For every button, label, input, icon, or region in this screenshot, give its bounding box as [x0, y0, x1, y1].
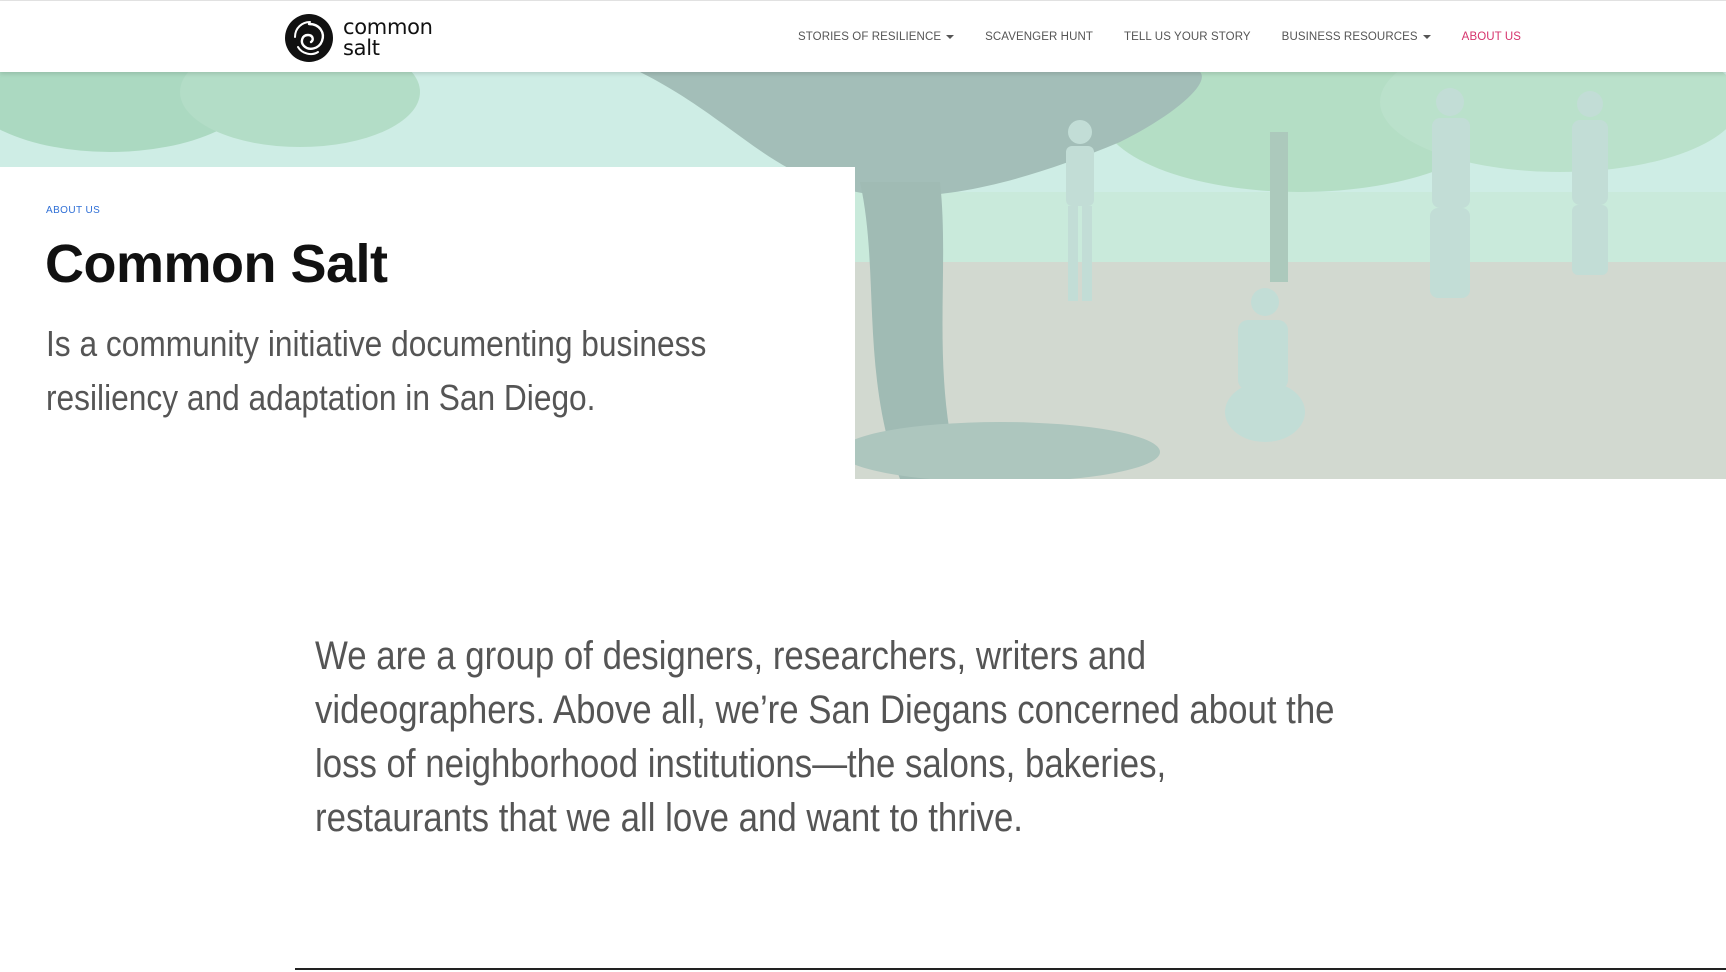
brand-name: common salt — [343, 17, 433, 59]
nav-label: ABOUT US — [1461, 30, 1522, 43]
nav-label: BUSINESS RESOURCES — [1281, 30, 1418, 43]
nav-label: TELL US YOUR STORY — [1124, 30, 1251, 43]
mission-statement: We are a group of designers, researchers… — [315, 634, 1335, 840]
nav-about-us[interactable]: ABOUT US — [1462, 31, 1521, 43]
caret-down-icon — [946, 34, 955, 39]
nav-label: SCAVENGER HUNT — [985, 30, 1094, 43]
site-header: common salt STORIES OF RESILIENCE SCAVEN… — [0, 1, 1726, 72]
nav-stories-of-resilience[interactable]: STORIES OF RESILIENCE — [798, 30, 955, 43]
swirl-logo-icon — [285, 14, 333, 62]
bottom-divider — [295, 968, 1726, 970]
eyebrow-label: ABOUT US — [46, 205, 101, 216]
nav-label: STORIES OF RESILIENCE — [798, 30, 942, 43]
brand-line-2: salt — [343, 36, 380, 60]
page-description: Is a community initiative documenting bu… — [46, 323, 707, 418]
nav-scavenger-hunt[interactable]: SCAVENGER HUNT — [985, 31, 1093, 43]
page-title: Common Salt — [45, 234, 388, 294]
caret-down-icon — [1422, 34, 1431, 39]
hero-card: ABOUT US Common Salt Is a community init… — [0, 167, 855, 479]
brand-line-1: common — [343, 15, 433, 39]
logo-link[interactable]: common salt — [285, 14, 433, 62]
nav-tell-us-your-story[interactable]: TELL US YOUR STORY — [1124, 31, 1251, 43]
main-nav: STORIES OF RESILIENCE SCAVENGER HUNT TEL… — [798, 1, 1552, 72]
nav-business-resources[interactable]: BUSINESS RESOURCES — [1282, 31, 1431, 43]
